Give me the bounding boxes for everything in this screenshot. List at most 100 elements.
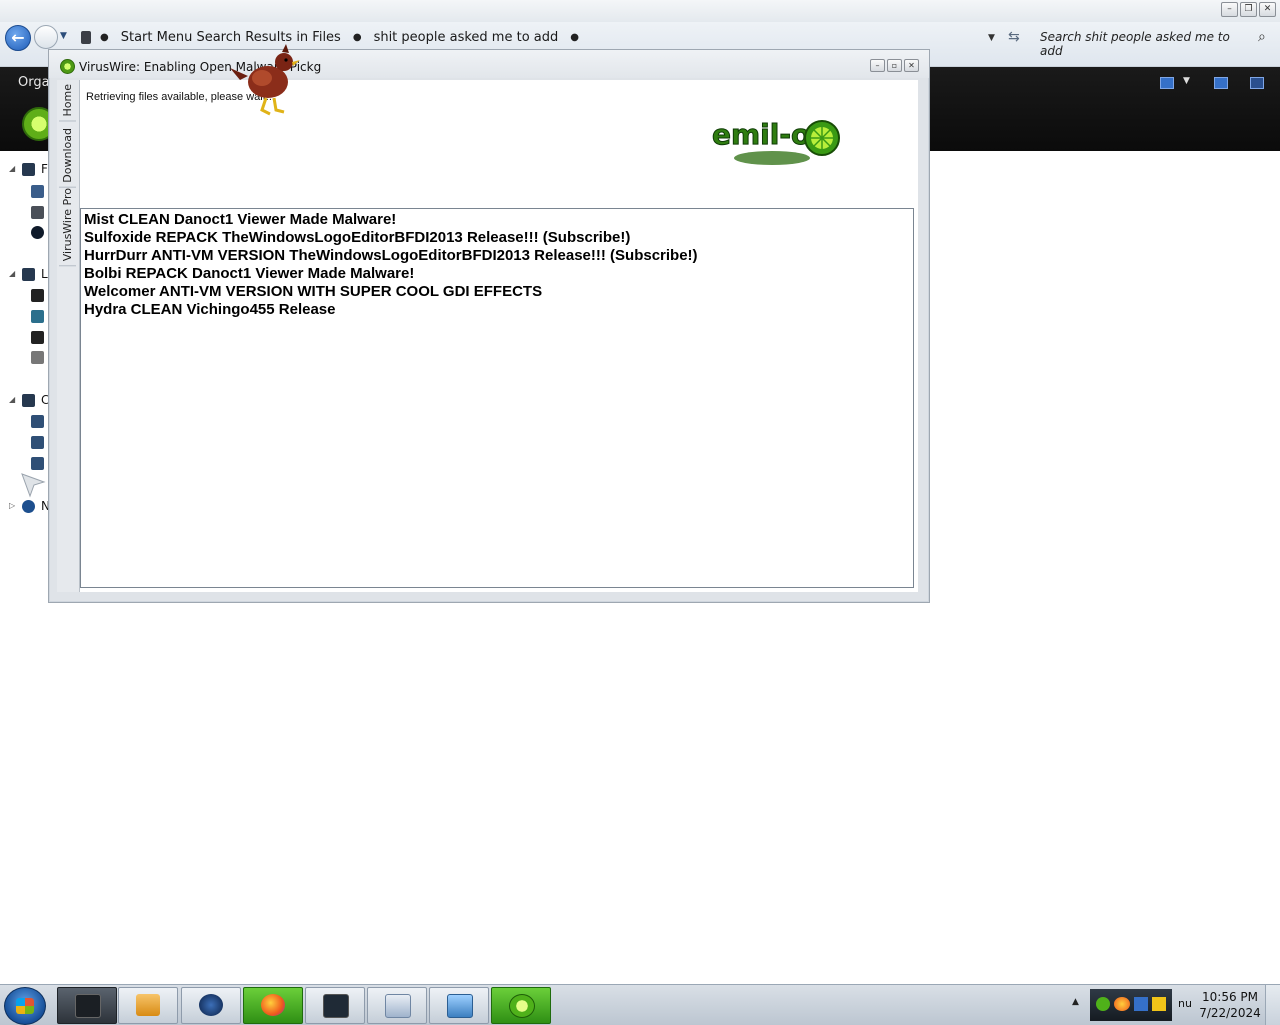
taskbar-button-firefox[interactable]	[243, 987, 303, 1024]
taskbar-button-viruswire[interactable]	[491, 987, 551, 1024]
clock-date: 7/22/2024	[1199, 1006, 1261, 1020]
notification-area: ▲ nu	[1066, 987, 1196, 1023]
computer-icon	[22, 394, 35, 407]
dialog-caption-buttons: – ▫ ✕	[870, 59, 919, 72]
address-dropdown-icon[interactable]: ▼	[988, 33, 995, 43]
favorites-icon	[22, 163, 35, 176]
tab-viruswire-pro[interactable]: VirusWire Pro	[59, 184, 76, 267]
emil-o-logo: emil-o	[712, 118, 840, 165]
search-input[interactable]: Search shit people asked me to add	[1040, 30, 1236, 58]
drive-icon[interactable]	[31, 436, 44, 449]
expand-arrow-icon[interactable]: ◢	[9, 395, 15, 404]
documents-icon[interactable]	[31, 289, 44, 302]
taskbar-button-keyboard[interactable]	[367, 987, 427, 1024]
taskbar: ▲ nu 10:56 PM 7/22/2024	[0, 984, 1280, 1025]
media-player-icon	[136, 994, 160, 1016]
logo-reflection	[734, 151, 810, 165]
bird-cursor-icon	[230, 44, 300, 116]
terminal-app-icon	[75, 994, 101, 1018]
home-panel: Retrieving files available, please wait.…	[80, 80, 918, 592]
breadcrumb-separator-icon[interactable]: ●	[100, 32, 109, 43]
tree-item-favorites[interactable]: ◢ F	[0, 162, 48, 180]
dialog-minimize-button[interactable]: –	[870, 59, 885, 72]
breadcrumb: ● Start Menu Search Results in Files ● s…	[100, 30, 579, 45]
expand-arrow-icon[interactable]: ◢	[9, 164, 15, 173]
tray-icons	[1090, 989, 1172, 1021]
expand-arrow-icon[interactable]: ◢	[9, 269, 15, 278]
taskbar-button-globe[interactable]	[181, 987, 241, 1024]
tray-label: nu	[1178, 997, 1192, 1010]
breadcrumb-separator-icon[interactable]: ●	[353, 32, 362, 43]
pictures-icon[interactable]	[31, 331, 44, 344]
videos-icon[interactable]	[31, 351, 44, 364]
close-button[interactable]: ✕	[1259, 2, 1276, 17]
list-item[interactable]: Bolbi REPACK Danoct1 Viewer Made Malware…	[84, 265, 910, 283]
windows-logo-icon	[16, 998, 34, 1014]
list-item[interactable]: Hydra CLEAN Vichingo455 Release	[84, 301, 910, 319]
show-desktop-button[interactable]	[1265, 985, 1280, 1025]
firefox-tray-icon[interactable]	[1114, 997, 1130, 1011]
help-icon[interactable]	[1250, 77, 1264, 89]
search-icon[interactable]: ⌕	[1258, 29, 1266, 45]
desktop-icon[interactable]	[31, 185, 44, 198]
start-button[interactable]	[4, 987, 46, 1025]
list-item[interactable]: Welcomer ANTI-VM VERSION WITH SUPER COOL…	[84, 283, 910, 301]
mouse-pointer-icon	[21, 473, 46, 498]
view-dropdown-icon[interactable]: ▼	[1183, 76, 1190, 86]
forward-arrow-icon[interactable]	[34, 25, 58, 49]
show-hidden-icons-icon[interactable]: ▲	[1072, 997, 1079, 1007]
dialog-maximize-button[interactable]: ▫	[887, 59, 902, 72]
viruswire-app-icon	[60, 59, 75, 74]
network-icon	[22, 500, 35, 513]
downloads-icon[interactable]	[31, 206, 44, 219]
location-icon	[81, 31, 91, 44]
expand-arrow-icon[interactable]: ▷	[9, 501, 15, 510]
logo-text: emil-o	[712, 118, 810, 151]
warning-tray-icon[interactable]	[1152, 997, 1166, 1011]
list-item[interactable]: HurrDurr ANTI-VM VERSION TheWindowsLogoE…	[84, 247, 910, 265]
tree-item-label: F	[41, 162, 48, 176]
tree-item-label: L	[41, 267, 48, 281]
explorer-caption-buttons: – ❐ ✕	[1221, 2, 1276, 17]
network-tray-icon[interactable]	[1134, 997, 1148, 1011]
drive-icon[interactable]	[31, 415, 44, 428]
breadcrumb-separator-icon[interactable]: ●	[570, 32, 579, 43]
list-item[interactable]: Mist CLEAN Danoct1 Viewer Made Malware!	[84, 211, 910, 229]
libraries-icon	[22, 268, 35, 281]
tree-item-libraries[interactable]: ◢ L	[0, 267, 48, 285]
view-options-icon[interactable]	[1160, 77, 1174, 89]
taskbar-button-photo-viewer[interactable]	[429, 987, 489, 1024]
recent-places-icon[interactable]	[31, 226, 44, 239]
taskbar-button-monitor[interactable]	[305, 987, 365, 1024]
system-clock[interactable]: 10:56 PM 7/22/2024	[1196, 989, 1264, 1021]
explorer-titlebar: – ❐ ✕	[0, 0, 1280, 22]
drive-icon[interactable]	[31, 457, 44, 470]
photo-viewer-icon	[447, 994, 473, 1018]
maximize-button[interactable]: ❐	[1240, 2, 1257, 17]
dialog-titlebar[interactable]: VirusWire: Enabling Open Malware Pickg –…	[49, 50, 929, 78]
malware-list[interactable]: Mist CLEAN Danoct1 Viewer Made Malware! …	[80, 208, 914, 588]
refresh-icon[interactable]: ⇆	[1008, 29, 1020, 45]
tab-download[interactable]: Download	[59, 124, 76, 188]
vertical-tab-strip: Home Download VirusWire Pro	[57, 80, 80, 592]
tree-item-network[interactable]: ▷ N	[0, 499, 50, 517]
music-icon[interactable]	[31, 310, 44, 323]
breadcrumb-item-folder[interactable]: shit people asked me to add	[374, 30, 559, 45]
tree-item-computer[interactable]: ◢ C	[0, 393, 49, 411]
taskbar-button-terminal[interactable]	[57, 987, 117, 1024]
globe-icon	[199, 994, 223, 1016]
viruswire-tray-icon[interactable]	[1096, 997, 1110, 1011]
lime-slice-segments	[811, 127, 833, 149]
list-item[interactable]: Sulfoxide REPACK TheWindowsLogoEditorBFD…	[84, 229, 910, 247]
taskbar-button-media-player[interactable]	[118, 987, 178, 1024]
monitor-icon	[323, 994, 349, 1018]
back-arrow-icon[interactable]: ←	[5, 25, 31, 51]
viruswire-app-icon	[509, 994, 535, 1018]
preview-pane-icon[interactable]	[1214, 77, 1228, 89]
tab-home[interactable]: Home	[59, 80, 76, 122]
firefox-icon	[261, 994, 285, 1016]
recent-pages-dropdown-icon[interactable]: ▼	[60, 31, 67, 41]
breadcrumb-item-search-results[interactable]: Start Menu Search Results in Files	[121, 30, 341, 45]
dialog-close-button[interactable]: ✕	[904, 59, 919, 72]
minimize-button[interactable]: –	[1221, 2, 1238, 17]
